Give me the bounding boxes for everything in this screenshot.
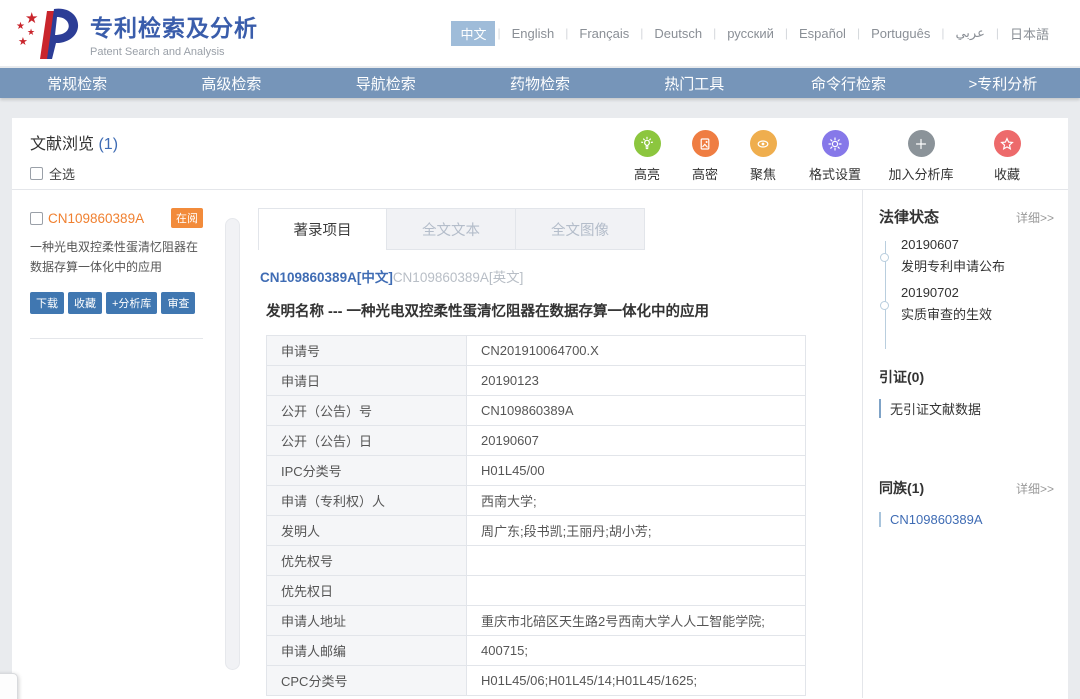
nav-drug-search[interactable]: 药物检索: [463, 73, 617, 94]
citation-title: 引证(0): [879, 367, 1054, 387]
nav-patent-analysis[interactable]: >专利分析: [926, 73, 1080, 94]
timeline-event: 20190702 实质审查的生效: [901, 285, 1054, 323]
document-checkbox[interactable]: [30, 212, 43, 225]
table-row: CPC分类号H01L45/06;H01L45/14;H01L45/1625;: [267, 666, 805, 696]
add-to-analysis-button[interactable]: 加入分析库: [878, 130, 964, 183]
eye-icon: [750, 130, 777, 157]
nav-navigation-search[interactable]: 导航检索: [309, 73, 463, 94]
site-logo[interactable]: ★ ★ ★ ★ 专利检索及分析 Patent Search and Analys…: [14, 5, 258, 61]
invention-title: 发明名称 --- 一种光电双控柔性蛋清忆阻器在数据存算一体化中的应用: [266, 300, 852, 321]
timeline-dot-icon: [880, 253, 889, 262]
timeline-event: 20190607 发明专利申请公布: [901, 237, 1054, 275]
table-row: IPC分类号H01L45/00: [267, 456, 805, 486]
browse-toolbar: 文献浏览 (1) 全选 高亮: [12, 118, 1068, 190]
floating-widget[interactable]: [0, 673, 18, 699]
lang-en[interactable]: English: [503, 23, 564, 44]
status-panel: 法律状态 详细>> 20190607 发明专利申请公布 20190702 实质审…: [862, 190, 1068, 698]
nav-command-search[interactable]: 命令行检索: [771, 73, 925, 94]
density-button[interactable]: 高密: [676, 130, 734, 183]
document-title: 一种光电双控柔性蛋清忆阻器在数据存算一体化中的应用: [30, 237, 203, 278]
logo-icon: ★ ★ ★ ★: [14, 5, 80, 61]
document-browse-card: 文献浏览 (1) 全选 高亮: [12, 118, 1068, 699]
doc-link-english[interactable]: CN109860389A[英文]: [393, 270, 524, 285]
table-row: 申请日20190123: [267, 366, 805, 396]
lang-zh[interactable]: 中文: [451, 21, 495, 46]
table-row: 申请（专利权）人西南大学;: [267, 486, 805, 516]
document-list: CN109860389A 在阅 一种光电双控柔性蛋清忆阻器在数据存算一体化中的应…: [12, 190, 217, 698]
select-all-label: 全选: [49, 164, 75, 183]
download-button[interactable]: 下载: [30, 292, 64, 314]
tab-images[interactable]: 全文图像: [516, 208, 645, 250]
lang-es[interactable]: Español: [790, 23, 855, 44]
format-settings-button[interactable]: 格式设置: [792, 130, 878, 183]
lang-ar[interactable]: عربي: [946, 22, 993, 44]
site-title: 专利检索及分析: [90, 9, 258, 43]
gear-icon: [822, 130, 849, 157]
document-count: (1): [98, 136, 118, 153]
legal-status-timeline: 20190607 发明专利申请公布 20190702 实质审查的生效: [885, 237, 1054, 323]
tab-biblio[interactable]: 著录项目: [258, 208, 387, 250]
reading-status-badge: 在阅: [171, 208, 203, 228]
star-icon: [994, 130, 1021, 157]
highlight-button[interactable]: 高亮: [618, 130, 676, 183]
doc-link-chinese[interactable]: CN109860389A[中文]: [260, 270, 393, 285]
list-divider: [30, 338, 203, 339]
citation-empty-text: 无引证文献数据: [879, 399, 1054, 418]
table-row: 优先权日: [267, 576, 805, 606]
legal-status-title: 法律状态: [879, 206, 939, 227]
biblio-table: 申请号CN201910064700.X 申请日20190123 公开（公告）号C…: [266, 335, 806, 696]
table-row: 公开（公告）号CN109860389A: [267, 396, 805, 426]
page-title: 文献浏览: [30, 136, 94, 153]
lang-ja[interactable]: 日本語: [1001, 21, 1058, 46]
focus-button[interactable]: 聚焦: [734, 130, 792, 183]
document-id-link[interactable]: CN109860389A: [48, 211, 144, 226]
family-detail-link[interactable]: 详细>>: [1016, 480, 1054, 497]
plus-icon: [908, 130, 935, 157]
family-patent-link[interactable]: CN109860389A: [879, 512, 1054, 527]
collect-button[interactable]: 收藏: [68, 292, 102, 314]
document-list-item[interactable]: CN109860389A 在阅 一种光电双控柔性蛋清忆阻器在数据存算一体化中的应…: [30, 208, 203, 314]
site-subtitle: Patent Search and Analysis: [90, 46, 258, 58]
nav-normal-search[interactable]: 常规检索: [0, 73, 154, 94]
add-library-button[interactable]: +分析库: [106, 292, 157, 314]
lang-de[interactable]: Deutsch: [645, 23, 711, 44]
main-nav: 常规检索 高级检索 导航检索 药物检索 热门工具 命令行检索 >专利分析: [0, 68, 1080, 98]
lang-ru[interactable]: русский: [718, 23, 783, 44]
timeline-dot-icon: [880, 301, 889, 310]
tab-fulltext[interactable]: 全文文本: [387, 208, 516, 250]
lang-pt[interactable]: Português: [862, 23, 939, 44]
table-row: 申请人邮编400715;: [267, 636, 805, 666]
language-bar: 中文 English Français Deutsch русский Espa…: [451, 21, 1058, 46]
family-title: 同族(1): [879, 478, 924, 498]
table-row: 申请人地址重庆市北碚区天生路2号西南大学人人工智能学院;: [267, 606, 805, 636]
legal-status-detail-link[interactable]: 详细>>: [1016, 209, 1054, 226]
table-row: 优先权号: [267, 546, 805, 576]
table-row: 发明人周广东;段书凯;王丽丹;胡小芳;: [267, 516, 805, 546]
detail-tabs: 著录项目 全文文本 全文图像: [258, 208, 852, 250]
favorite-button[interactable]: 收藏: [964, 130, 1050, 183]
nav-hot-tools[interactable]: 热门工具: [617, 73, 771, 94]
nav-advanced-search[interactable]: 高级检索: [154, 73, 308, 94]
table-row: 申请号CN201910064700.X: [267, 336, 805, 366]
review-button[interactable]: 审查: [161, 292, 195, 314]
document-icon: [692, 130, 719, 157]
list-scrollbar[interactable]: [225, 218, 240, 670]
lang-fr[interactable]: Français: [570, 23, 638, 44]
biblio-panel: 著录项目 全文文本 全文图像 CN109860389A[中文]CN1098603…: [252, 190, 862, 698]
table-row: 公开（公告）日20190607: [267, 426, 805, 456]
lightbulb-icon: [634, 130, 661, 157]
top-header: ★ ★ ★ ★ 专利检索及分析 Patent Search and Analys…: [0, 0, 1080, 66]
action-bar: 高亮 高密 聚焦: [618, 130, 1050, 183]
select-all-checkbox[interactable]: [30, 167, 43, 180]
